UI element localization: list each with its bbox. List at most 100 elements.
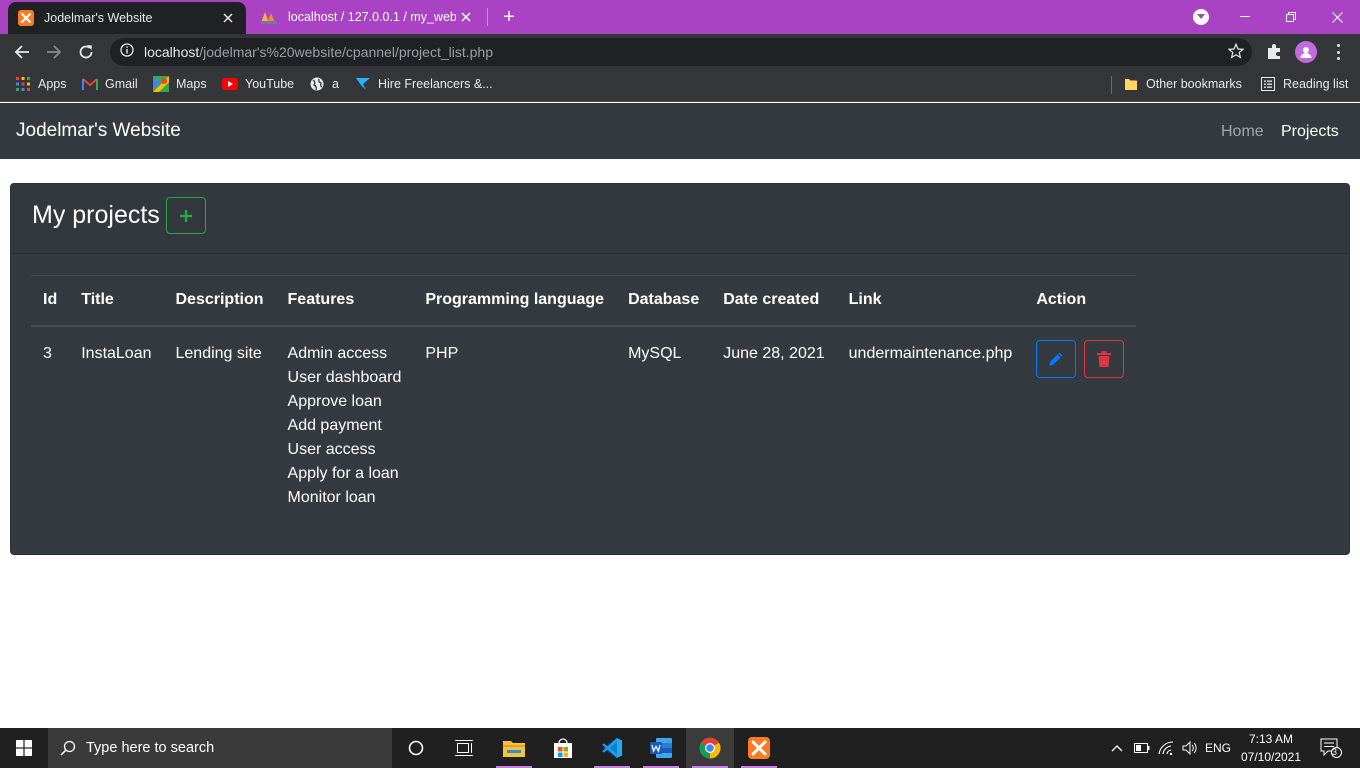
add-project-button[interactable] bbox=[166, 197, 206, 234]
edit-project-button[interactable] bbox=[1036, 339, 1077, 378]
extensions-puzzle-icon[interactable] bbox=[1265, 42, 1283, 65]
cell-features: Admin access User dashboard Approve loan… bbox=[276, 326, 414, 525]
bookmark-youtube[interactable]: YouTube bbox=[222, 70, 294, 98]
xampp-control-icon[interactable] bbox=[735, 728, 783, 768]
browser-menu-icon[interactable] bbox=[1330, 42, 1346, 62]
taskbar-search-box[interactable]: Type here to search bbox=[48, 728, 392, 768]
site-brand-link[interactable]: Jodelmar's Website bbox=[16, 120, 181, 142]
column-header-features: Features bbox=[275, 275, 414, 327]
freelancer-icon bbox=[355, 76, 371, 92]
tab-phpmyadmin[interactable]: localhost / 127.0.0.1 / my_website bbox=[252, 0, 484, 34]
show-hidden-icons-chevron-icon[interactable] bbox=[1106, 728, 1128, 768]
chrome-icon[interactable] bbox=[686, 728, 734, 768]
forward-arrow-icon[interactable] bbox=[42, 40, 66, 64]
restore-icon[interactable] bbox=[1268, 0, 1314, 34]
microsoft-word-icon[interactable] bbox=[637, 728, 685, 768]
tab-close-icon[interactable] bbox=[218, 8, 238, 28]
bookmark-a[interactable]: a bbox=[309, 70, 339, 98]
file-explorer-icon[interactable] bbox=[490, 728, 538, 768]
site-info-icon[interactable] bbox=[120, 42, 134, 62]
cell-id: 3 bbox=[43, 344, 52, 362]
feature-item: User access bbox=[287, 440, 376, 458]
tab-separator bbox=[487, 8, 488, 26]
tab-jodelmars-website[interactable]: Jodelmar's Website bbox=[8, 2, 246, 34]
column-header-action: Action bbox=[1024, 275, 1137, 327]
bookmarks-separator bbox=[1111, 76, 1112, 94]
taskbar-clock[interactable]: 7:13 AM 07/10/2021 bbox=[1236, 730, 1306, 766]
cell-action bbox=[1024, 326, 1136, 525]
tab-title: localhost / 127.0.0.1 / my_website bbox=[288, 10, 456, 24]
reading-list-button[interactable]: Reading list bbox=[1260, 70, 1348, 98]
cortana-icon[interactable] bbox=[392, 728, 440, 768]
bookmark-label: Apps bbox=[38, 77, 67, 91]
clock-date: 07/10/2021 bbox=[1240, 750, 1302, 764]
wifi-icon[interactable] bbox=[1155, 728, 1177, 768]
folder-icon bbox=[1123, 76, 1139, 92]
minimize-icon[interactable] bbox=[1222, 0, 1268, 34]
cell-link: undermaintenance.php bbox=[848, 344, 1013, 362]
back-arrow-icon[interactable] bbox=[10, 40, 34, 64]
bookmark-hire-freelancers[interactable]: Hire Freelancers &... bbox=[355, 70, 493, 98]
url-text: localhost/jodelmar's%20website/cpannel/p… bbox=[144, 44, 493, 60]
cell-date-created: June 28, 2021 bbox=[723, 344, 825, 362]
url-path: /jodelmar's%20website/cpannel/project_li… bbox=[199, 44, 493, 60]
notification-count-badge: 3 bbox=[1332, 747, 1338, 757]
bookmark-other-bookmarks[interactable]: Other bookmarks bbox=[1123, 70, 1242, 98]
tab-close-icon[interactable] bbox=[456, 7, 476, 27]
xampp-favicon-icon bbox=[18, 10, 34, 26]
phpmyadmin-favicon-icon bbox=[260, 9, 278, 25]
apps-grid-icon bbox=[15, 76, 31, 92]
plus-icon bbox=[180, 209, 192, 222]
bookmarks-bar: Apps Gmail Maps YouTube a Hire Freelance… bbox=[0, 70, 1360, 102]
bookmark-gmail[interactable]: Gmail bbox=[82, 70, 138, 98]
microsoft-store-icon[interactable] bbox=[539, 728, 587, 768]
column-header-title: Title bbox=[69, 275, 164, 327]
column-header-date-created: Date created bbox=[711, 275, 837, 327]
windows-start-icon[interactable] bbox=[0, 728, 48, 768]
column-header-database: Database bbox=[616, 275, 712, 327]
close-window-icon[interactable] bbox=[1314, 0, 1360, 34]
bookmark-label: YouTube bbox=[245, 77, 295, 91]
nav-link-projects[interactable]: Projects bbox=[1281, 123, 1339, 141]
cell-language: PHP bbox=[425, 344, 459, 362]
table-header-row: Id Title Description Features Programmin… bbox=[31, 275, 1137, 327]
reading-list-icon bbox=[1260, 76, 1276, 92]
task-view-icon[interactable] bbox=[440, 728, 488, 768]
search-icon bbox=[60, 740, 76, 756]
address-bar[interactable]: localhost/jodelmar's%20website/cpannel/p… bbox=[110, 38, 1252, 66]
bookmark-apps[interactable]: Apps bbox=[15, 70, 67, 98]
feature-item: Add payment bbox=[287, 416, 382, 434]
delete-project-button[interactable] bbox=[1084, 339, 1125, 378]
battery-icon[interactable] bbox=[1131, 728, 1153, 768]
windows-taskbar: Type here to search ENG 7:13 AM 07/10/20… bbox=[0, 728, 1360, 768]
column-header-programming-language: Programming language bbox=[413, 275, 617, 327]
projects-card: My projects Id Title Description Feature… bbox=[10, 183, 1350, 555]
url-host: localhost bbox=[144, 44, 200, 60]
bookmark-star-icon[interactable] bbox=[1227, 42, 1245, 64]
volume-icon[interactable] bbox=[1179, 728, 1201, 768]
vscode-icon[interactable] bbox=[588, 728, 636, 768]
new-tab-plus-icon[interactable]: + bbox=[498, 6, 520, 28]
youtube-icon bbox=[222, 76, 238, 92]
bookmark-label: Reading list bbox=[1283, 77, 1349, 91]
nav-link-home[interactable]: Home bbox=[1221, 123, 1264, 141]
input-language-indicator[interactable]: ENG bbox=[1203, 728, 1233, 768]
bookmark-label: Gmail bbox=[105, 77, 138, 91]
feature-item: Approve loan bbox=[287, 392, 382, 410]
page-title: My projects bbox=[32, 201, 160, 229]
bookmark-label: Maps bbox=[176, 77, 207, 91]
feature-item: Admin access bbox=[287, 344, 388, 362]
profile-avatar-icon[interactable] bbox=[1295, 41, 1317, 63]
bookmark-label: a bbox=[332, 77, 339, 91]
search-placeholder: Type here to search bbox=[86, 740, 215, 756]
browser-tab-strip: Jodelmar's Website localhost / 127.0.0.1… bbox=[0, 0, 1360, 34]
reload-icon[interactable] bbox=[74, 40, 98, 64]
bookmark-label: Other bookmarks bbox=[1146, 77, 1242, 91]
bookmark-maps[interactable]: Maps bbox=[153, 70, 207, 98]
column-header-link: Link bbox=[836, 275, 1025, 327]
action-center-icon[interactable]: 3 bbox=[1316, 728, 1346, 768]
projects-table: Id Title Description Features Programmin… bbox=[31, 275, 1137, 525]
tab-search-dropdown-icon[interactable] bbox=[1193, 9, 1209, 25]
globe-icon bbox=[309, 76, 325, 92]
cell-title: InstaLoan bbox=[81, 344, 152, 362]
